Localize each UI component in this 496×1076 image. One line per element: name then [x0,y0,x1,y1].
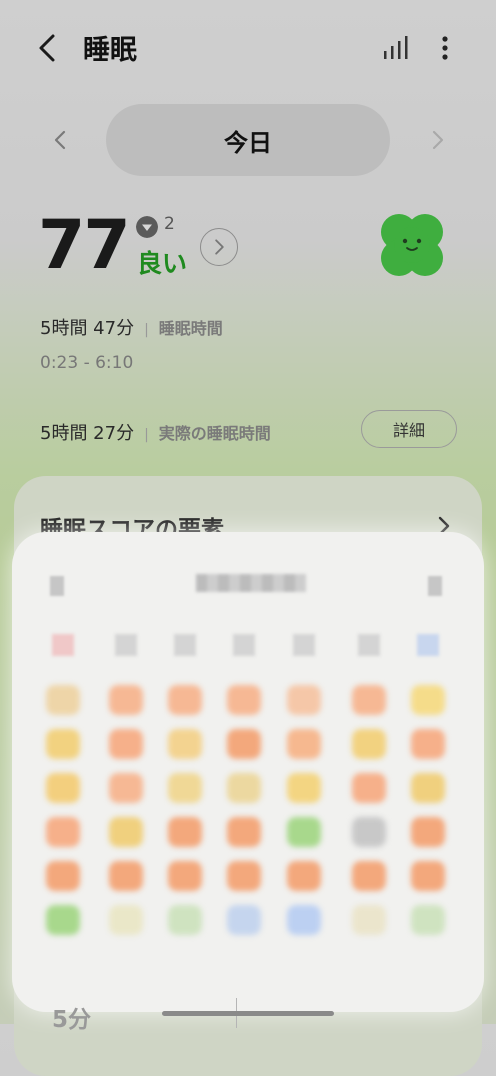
blurred-cell [46,817,80,847]
blurred-cell [109,685,143,715]
current-date-button[interactable]: 今日 [106,104,390,176]
blurred-cell [46,729,80,759]
blurred-cell [227,817,261,847]
blurred-cell [411,905,445,935]
blurred-cell [352,685,386,715]
actual-sleep-value: 5時間 27分 [40,423,135,444]
blurred-cell [352,729,386,759]
page-title: 睡眠 [83,35,137,66]
bar-chart-icon[interactable] [380,33,412,63]
blurred-cell [352,817,386,847]
blurred-cell [227,685,261,715]
blurred-cell [168,817,202,847]
blurred-cell [168,773,202,803]
sleep-duration-row: 5時間 47分 | 睡眠時間 [40,314,223,340]
blurred-cell [287,773,321,803]
blurred-cell [287,685,321,715]
sleep-duration-label: 睡眠時間 [158,319,223,338]
blurred-cell [287,817,321,847]
blurred-column-head [293,634,315,656]
blurred-element [50,576,64,596]
blurred-cell [287,729,321,759]
blurred-cell [411,729,445,759]
blurred-cell [46,861,80,891]
down-triangle-icon [136,216,158,238]
blurred-cell [352,861,386,891]
blurred-title [196,574,310,592]
sleep-duration-value: 5時間 47分 [40,318,135,339]
blurred-cell [168,861,202,891]
separator: | [144,322,149,338]
actual-sleep-label: 実際の睡眠時間 [158,424,271,443]
clover-mascot-icon [381,214,443,276]
blurred-cell [287,861,321,891]
blurred-cell [109,861,143,891]
blurred-cell [46,905,80,935]
partial-value: 5分 [52,1007,92,1033]
blurred-element [428,576,442,596]
score-rating: 良い [137,249,188,278]
blurred-cell [411,817,445,847]
previous-day-icon[interactable] [44,122,78,158]
blurred-column-head [358,634,380,656]
chevron-left-icon[interactable] [30,30,66,66]
blurred-cell [109,817,143,847]
top-bar: 睡眠 [0,0,496,96]
separator: | [144,427,149,443]
blurred-cell [109,773,143,803]
blurred-cell [227,905,261,935]
blurred-cell [46,685,80,715]
blurred-cell [109,905,143,935]
blurred-column-head [52,634,74,656]
blurred-cell [352,905,386,935]
blurred-cell [168,729,202,759]
details-button[interactable]: 詳細 [361,410,457,448]
blurred-cell [227,729,261,759]
blurred-cell [168,905,202,935]
blurred-cell [227,861,261,891]
blurred-overlay-panel [12,532,484,1012]
blurred-cell [227,773,261,803]
sleep-time-range: 0:23 - 6:10 [40,353,134,373]
date-navigator: 今日 [0,104,496,176]
blurred-cell [352,773,386,803]
home-indicator[interactable] [162,1011,334,1016]
blurred-column-head [115,634,137,656]
blurred-cell [109,729,143,759]
blurred-column-head [417,634,439,656]
next-day-icon[interactable] [420,122,454,158]
blurred-cell [287,905,321,935]
actual-sleep-row: 5時間 27分 | 実際の睡眠時間 [40,419,271,445]
blurred-column-head [174,634,196,656]
rating-info-chevron-icon[interactable] [200,228,238,266]
blurred-cell [411,861,445,891]
blurred-cell [168,685,202,715]
more-vert-icon[interactable] [434,33,456,63]
blurred-cell [411,685,445,715]
score-delta: 2 [164,214,175,234]
blurred-cell [411,773,445,803]
blurred-column-head [233,634,255,656]
sleep-score: 77 [38,206,131,285]
blurred-cell [46,773,80,803]
